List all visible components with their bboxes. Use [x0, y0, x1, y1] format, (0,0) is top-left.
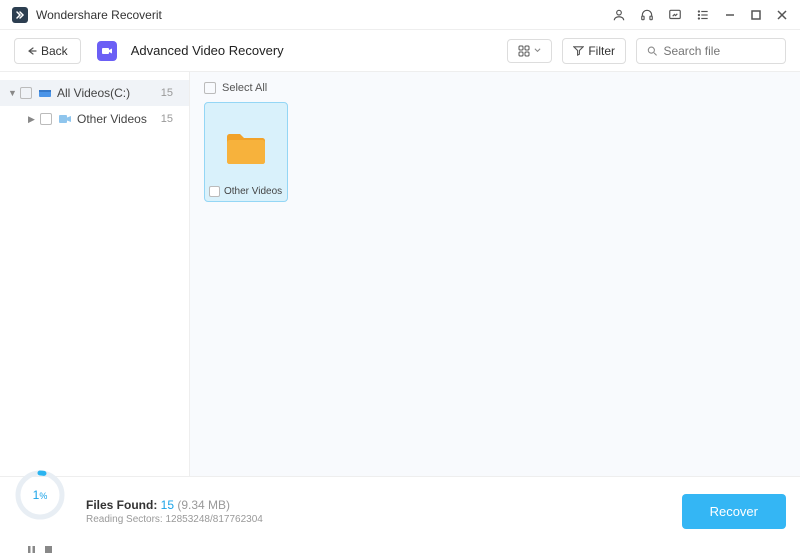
tree-count: 15 — [161, 87, 181, 99]
files-found-count: 15 — [161, 498, 174, 512]
tree-label: Other Videos — [77, 112, 157, 126]
tree-count: 15 — [161, 113, 181, 125]
back-label: Back — [41, 44, 68, 58]
search-icon — [647, 45, 657, 57]
files-found-size: (9.34 MB) — [177, 498, 230, 512]
checkbox[interactable] — [40, 113, 52, 125]
app-title: Wondershare Recoverit — [36, 8, 612, 22]
filter-icon — [573, 45, 584, 56]
status-text: Files Found: 15 (9.34 MB) Reading Sector… — [86, 498, 682, 525]
minimize-icon[interactable] — [724, 9, 736, 21]
feedback-icon[interactable] — [668, 8, 682, 22]
pause-button[interactable] — [27, 545, 36, 554]
chevron-down-icon — [534, 47, 541, 54]
filter-label: Filter — [588, 44, 615, 58]
folder-icon — [224, 129, 268, 167]
sidebar-item-other-videos[interactable]: ▶ Other Videos 15 — [0, 106, 189, 132]
sidebar-item-all-videos[interactable]: ▼ All Videos(C:) 15 — [0, 80, 189, 106]
file-card-other-videos[interactable]: Other Videos — [204, 102, 288, 202]
main-area: ▼ All Videos(C:) 15 ▶ Other Videos 15 Se… — [0, 72, 800, 476]
tree-label: All Videos(C:) — [57, 86, 157, 100]
video-recovery-icon — [97, 41, 117, 61]
headset-icon[interactable] — [640, 8, 654, 22]
titlebar: Wondershare Recoverit — [0, 0, 800, 30]
page-title: Advanced Video Recovery — [131, 43, 284, 58]
checkbox[interactable] — [20, 87, 32, 99]
drive-icon — [38, 87, 52, 99]
reading-label: Reading Sectors: — [86, 514, 166, 525]
grid-icon — [518, 45, 530, 57]
filter-button[interactable]: Filter — [562, 38, 626, 64]
app-logo — [12, 7, 28, 23]
back-button[interactable]: Back — [14, 38, 81, 64]
chevron-down-icon[interactable]: ▼ — [8, 88, 20, 98]
progress-pct: 1 — [33, 488, 40, 502]
recover-button[interactable]: Recover — [682, 494, 786, 529]
content-area: Select All Other Videos — [190, 72, 800, 476]
sidebar: ▼ All Videos(C:) 15 ▶ Other Videos 15 — [0, 72, 190, 476]
file-label: Other Videos — [224, 186, 282, 197]
progress-ring: 1% — [14, 469, 66, 521]
chevron-right-icon[interactable]: ▶ — [28, 114, 40, 125]
select-all[interactable]: Select All — [204, 82, 786, 94]
checkbox[interactable] — [209, 186, 220, 197]
close-icon[interactable] — [776, 9, 788, 21]
files-grid: Other Videos — [204, 102, 786, 202]
maximize-icon[interactable] — [750, 9, 762, 21]
video-icon — [58, 113, 72, 125]
select-all-label: Select All — [222, 82, 267, 94]
checkbox[interactable] — [204, 82, 216, 94]
files-found-label: Files Found: — [86, 498, 161, 512]
search-input[interactable] — [663, 44, 775, 58]
arrow-left-icon — [27, 46, 37, 56]
menu-icon[interactable] — [696, 8, 710, 22]
toolbar: Back Advanced Video Recovery Filter — [0, 30, 800, 72]
reading-value: 12853248/817762304 — [166, 514, 263, 525]
account-icon[interactable] — [612, 8, 626, 22]
search-box[interactable] — [636, 38, 786, 64]
view-toggle-button[interactable] — [507, 39, 552, 63]
stop-button[interactable] — [44, 545, 53, 554]
footer: 1% Files Found: 15 (9.34 MB) Reading Sec… — [0, 476, 800, 546]
